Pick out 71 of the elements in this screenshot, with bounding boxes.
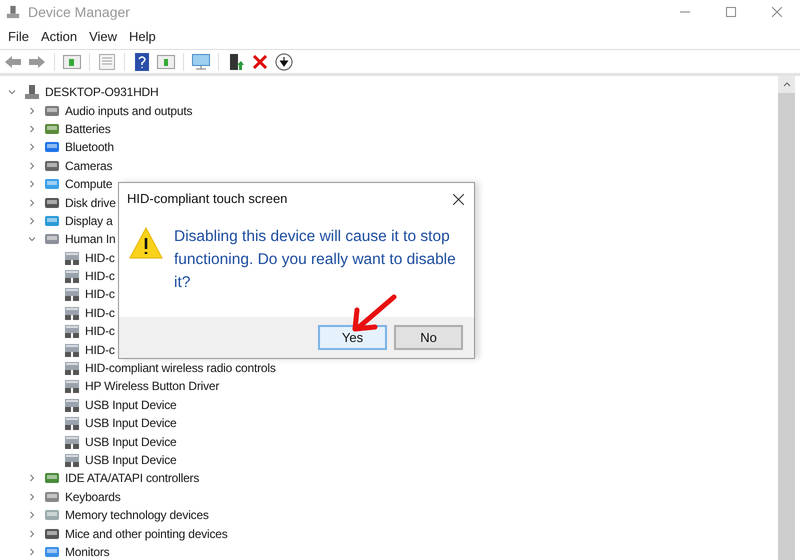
tree-item[interactable]: Human In [65,230,116,248]
input-device-icon [64,304,80,321]
download-button[interactable] [273,50,295,72]
tree-item[interactable]: Audio inputs and outputs [65,102,192,120]
pointer-arrow [351,294,397,332]
tree-item[interactable]: HID-compliant wireless radio controls [85,359,276,378]
tree-item[interactable]: Display a [65,212,113,230]
menu-item[interactable]: View [83,26,124,46]
expand-chevron-icon[interactable] [28,216,36,225]
tree-item[interactable]: HP Wireless Button Driver [85,377,220,396]
tree-item[interactable]: USB Input Device [85,432,177,451]
app-icon [6,5,20,19]
expand-chevron-icon[interactable] [28,511,36,520]
menu-item[interactable]: Help [123,26,162,46]
tree-item[interactable]: HID-c [85,304,115,322]
input-device-icon [64,415,80,432]
tree-item[interactable]: HID-c [85,340,115,359]
scroll-up-icon[interactable] [782,81,790,87]
window-title: Device Manager [28,2,130,22]
tree-item[interactable]: HID-c [85,248,115,267]
maximize-icon [726,7,736,17]
tree-item[interactable]: HID-c [85,285,115,304]
tree-item[interactable]: Disk drive [65,194,116,212]
expand-chevron-icon[interactable] [28,492,36,501]
tree-item[interactable]: USB Input Device [85,451,177,469]
warning-icon [129,227,163,259]
tree-item[interactable]: USB Input Device [85,396,177,414]
input-device-icon [64,360,80,376]
expand-chevron-icon[interactable] [28,143,36,152]
menu-item[interactable]: Action [34,26,84,46]
tree-item[interactable]: Cameras [65,156,112,175]
input-device-icon [64,378,80,394]
tree-item[interactable]: Memory technology devices [65,506,209,524]
expand-chevron-icon[interactable] [28,106,36,115]
close-icon [452,194,464,204]
dialog-title: HID-compliant touch screen [127,190,288,208]
tree-item[interactable]: Mice and other pointing devices [65,524,228,543]
input-device-icon [64,342,80,358]
tree-item[interactable]: IDE ATA/ATAPI controllers [65,469,200,488]
dialog-button[interactable]: No [394,325,463,350]
tree-item[interactable]: Monitors [65,542,110,560]
tree-item[interactable]: HID-c [85,267,115,286]
close-icon [772,7,782,17]
tree-item[interactable]: Batteries [65,120,111,138]
dialog-button[interactable]: Yes [318,325,387,350]
tree-item[interactable]: HID-c [85,322,115,340]
input-device-icon [64,396,80,413]
expand-chevron-icon[interactable] [28,124,36,133]
expand-chevron-icon[interactable] [28,548,36,556]
expand-chevron-icon[interactable] [28,162,36,170]
collapse-chevron-icon[interactable] [28,235,36,244]
tree-item[interactable]: Keyboards [65,488,121,506]
input-device-icon [64,250,80,266]
input-device-icon [64,452,80,468]
scrollbar[interactable] [778,76,795,560]
input-device-icon [64,268,80,284]
expand-chevron-icon[interactable] [28,198,36,207]
tree-item[interactable]: Bluetooth [65,138,114,156]
input-device-icon [64,434,80,450]
expand-chevron-icon[interactable] [28,530,36,538]
expand-chevron-icon[interactable] [28,180,36,188]
collapse-chevron-icon[interactable] [8,88,16,96]
input-device-icon [64,323,80,340]
tree-item[interactable]: DESKTOP-O931HDH [45,83,158,102]
menu-item[interactable]: File [2,26,35,46]
computer-icon [24,84,40,100]
dialog-message: Disabling this device will cause it to stop functioning. Do you really want to disable it? [174,227,457,293]
input-device-icon [64,286,80,302]
tree-item[interactable]: USB Input Device [85,414,177,432]
expand-chevron-icon[interactable] [28,474,36,482]
tree-item[interactable]: Compute [65,175,112,194]
